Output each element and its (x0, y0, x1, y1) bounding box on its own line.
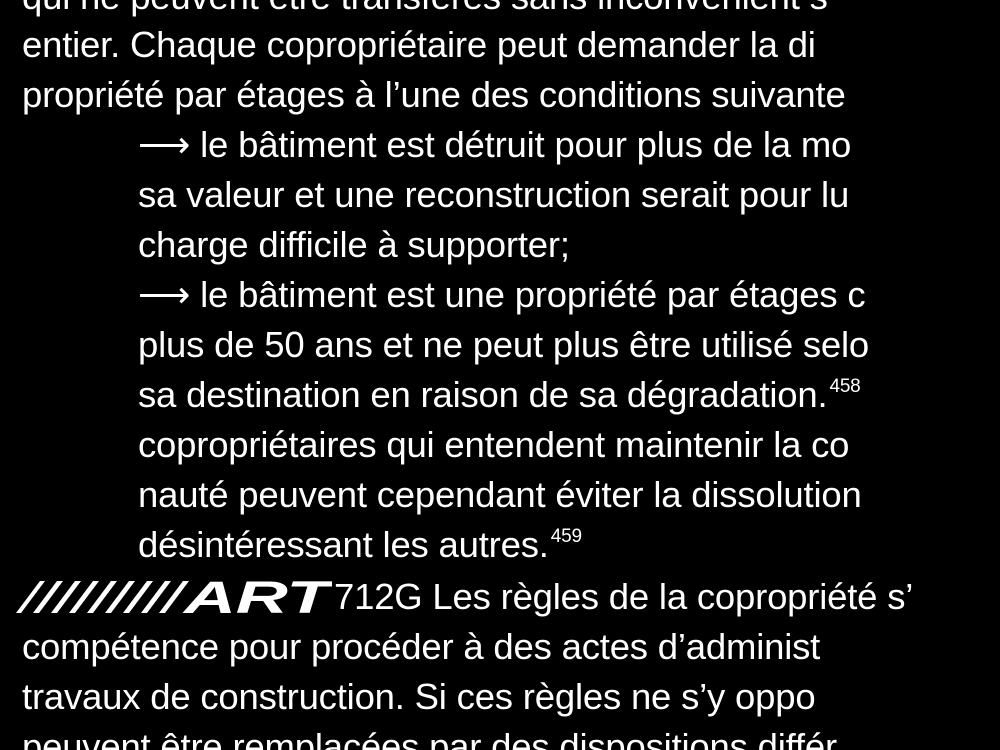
text-line: sa destination en raison de sa dégradati… (138, 370, 861, 420)
list-item-text: le bâtiment est une propriété par étages… (200, 274, 866, 315)
text-line: charge difficile à supporter; (138, 224, 570, 265)
document-page: qui ne peuvent être transférés sans inco… (0, 0, 1000, 750)
text-line: travaux de construction. Si ces règles n… (22, 676, 816, 717)
article-heading-text: 712G Les règles de la copropriété s’ (334, 576, 914, 617)
text-line: propriété par étages à l’une des conditi… (22, 74, 846, 115)
list-item-text: le bâtiment est détruit pour plus de la … (200, 124, 852, 165)
text-line: plus de 50 ans et ne peut plus être util… (138, 324, 870, 365)
text-line-content: désintéressant les autres. (138, 524, 549, 565)
text-line: compétence pour procéder à des actes d’a… (22, 626, 821, 667)
footnote-ref-459[interactable]: 459 (551, 526, 582, 547)
text-line: sa valeur et une reconstruction serait p… (138, 174, 850, 215)
footnote-ref-458[interactable]: 458 (829, 376, 860, 397)
text-line: désintéressant les autres. 459 (138, 520, 582, 570)
text-line-content: sa destination en raison de sa dégradati… (138, 374, 828, 415)
article-heading-line: ART 712G Les règles de la copropriété s’ (16, 572, 914, 623)
article-logo-text: ART (182, 577, 332, 617)
arrow-icon: ⟶ (138, 274, 191, 315)
list-item-line: ⟶ le bâtiment est détruit pour plus de la… (138, 120, 851, 170)
arrow-icon: ⟶ (138, 124, 191, 165)
text-line: entier. Chaque copropriétaire peut deman… (22, 24, 816, 65)
list-item-line: ⟶ le bâtiment est une propriété par étage… (138, 270, 866, 320)
text-line: nauté peuvent cependant éviter la dissol… (138, 474, 862, 515)
text-line: copropriétaires qui entendent maintenir … (138, 424, 850, 465)
text-line: qui ne peuvent être transférés sans inco… (22, 0, 828, 22)
text-line: peuvent être remplacées par des disposit… (22, 726, 837, 750)
